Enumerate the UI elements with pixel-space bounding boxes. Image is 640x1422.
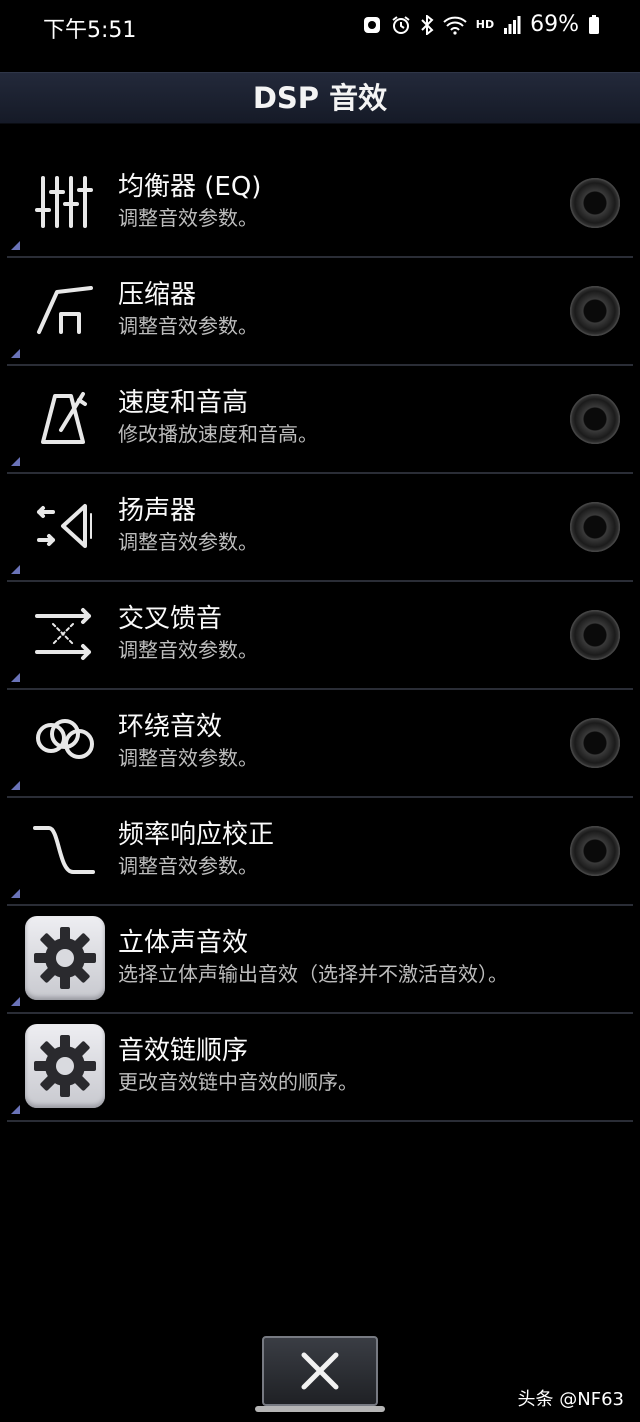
- item-title: 音效链顺序: [118, 1036, 249, 1066]
- gear-icon: [25, 1024, 105, 1108]
- list-item-speaker[interactable]: 扬声器 调整音效参数。: [7, 474, 633, 582]
- battery-icon: [588, 14, 600, 35]
- home-indicator[interactable]: [255, 1406, 385, 1412]
- wifi-icon: [443, 15, 467, 35]
- surround-radio[interactable]: [570, 718, 620, 768]
- status-icons: HD 69%: [362, 12, 600, 37]
- corner-marker: [11, 1105, 20, 1114]
- item-subtitle: 调整音效参数。: [118, 206, 258, 230]
- battery-percent: 69%: [530, 12, 579, 37]
- signal-icon: [503, 15, 521, 34]
- equalizer-icon: [25, 166, 105, 238]
- status-time: 下午5:51: [43, 18, 137, 43]
- item-subtitle: 调整音效参数。: [118, 530, 258, 554]
- item-subtitle: 选择立体声输出音效（选择并不激活音效）。: [118, 962, 508, 986]
- item-subtitle: 更改音效链中音效的顺序。: [118, 1070, 358, 1094]
- watermark: 头条 @NF63: [517, 1389, 624, 1410]
- notification-icon: [362, 15, 382, 35]
- corner-marker: [11, 241, 20, 250]
- network-type-label: HD: [475, 18, 495, 31]
- list-item-tempo-pitch[interactable]: 速度和音高 修改播放速度和音高。: [7, 366, 633, 474]
- metronome-icon: [25, 382, 105, 454]
- surround-icon: [25, 706, 105, 778]
- close-icon: [301, 1352, 339, 1390]
- item-subtitle: 调整音效参数。: [118, 638, 258, 662]
- list-item-surround[interactable]: 环绕音效 调整音效参数。: [7, 690, 633, 798]
- equalizer-radio[interactable]: [570, 178, 620, 228]
- bluetooth-icon: [420, 14, 434, 35]
- page-title: DSP 音效: [0, 72, 640, 124]
- list-item-frequency-response[interactable]: 频率响应校正 调整音效参数。: [7, 798, 633, 906]
- list-item-stereo-effect[interactable]: 立体声音效 选择立体声输出音效（选择并不激活音效）。: [7, 906, 633, 1014]
- crossfeed-radio[interactable]: [570, 610, 620, 660]
- tempo-pitch-radio[interactable]: [570, 394, 620, 444]
- alarm-icon: [391, 15, 411, 35]
- item-title: 立体声音效: [118, 928, 249, 958]
- crossfeed-icon: [25, 598, 105, 670]
- item-subtitle: 调整音效参数。: [118, 854, 258, 878]
- frequency-response-icon: [25, 814, 105, 886]
- compressor-radio[interactable]: [570, 286, 620, 336]
- item-title: 压缩器: [118, 280, 197, 310]
- list-item-crossfeed[interactable]: 交叉馈音 调整音效参数。: [7, 582, 633, 690]
- corner-marker: [11, 997, 20, 1006]
- corner-marker: [11, 673, 20, 682]
- status-bar: 下午5:51 HD 69%: [0, 0, 640, 54]
- item-title: 交叉馈音: [118, 604, 223, 634]
- corner-marker: [11, 349, 20, 358]
- item-title: 频率响应校正: [118, 820, 275, 850]
- speaker-icon: [25, 490, 105, 562]
- list-item-equalizer[interactable]: 均衡器 (EQ) 调整音效参数。: [7, 150, 633, 258]
- list-item-effect-chain-order[interactable]: 音效链顺序 更改音效链中音效的顺序。: [7, 1014, 633, 1122]
- item-title: 扬声器: [118, 496, 197, 526]
- compressor-icon: [25, 274, 105, 346]
- speaker-radio[interactable]: [570, 502, 620, 552]
- corner-marker: [11, 889, 20, 898]
- item-title: 速度和音高: [118, 388, 249, 418]
- frequency-response-radio[interactable]: [570, 826, 620, 876]
- corner-marker: [11, 565, 20, 574]
- corner-marker: [11, 781, 20, 790]
- item-subtitle: 调整音效参数。: [118, 746, 258, 770]
- dsp-effects-list: 均衡器 (EQ) 调整音效参数。 压缩器 调整音效参数。 速度和音高 修改播放速…: [0, 150, 640, 1122]
- item-title: 均衡器 (EQ): [118, 172, 262, 202]
- item-subtitle: 修改播放速度和音高。: [118, 422, 318, 446]
- gear-icon: [25, 916, 105, 1000]
- corner-marker: [11, 457, 20, 466]
- item-title: 环绕音效: [118, 712, 223, 742]
- item-subtitle: 调整音效参数。: [118, 314, 258, 338]
- list-item-compressor[interactable]: 压缩器 调整音效参数。: [7, 258, 633, 366]
- close-button[interactable]: [262, 1336, 378, 1406]
